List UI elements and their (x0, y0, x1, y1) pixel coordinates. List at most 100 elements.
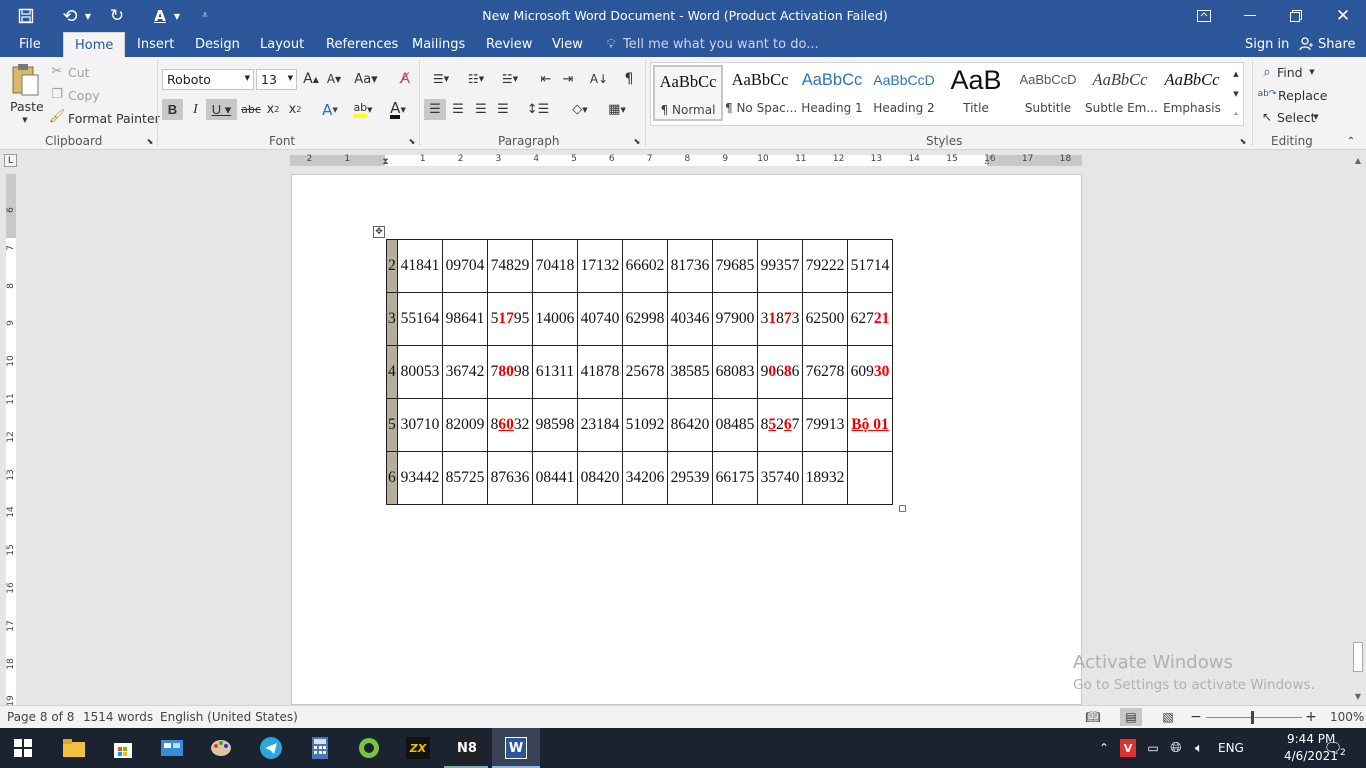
tab-design[interactable]: Design (195, 37, 240, 52)
customize-quick-access-icon[interactable]: ⩡ (198, 6, 212, 24)
calculator-icon[interactable] (305, 734, 335, 762)
table-cell[interactable]: Bộ 01 (847, 398, 893, 452)
table-cell[interactable]: 29539 (667, 451, 713, 505)
table-cell[interactable]: 09704 (442, 239, 488, 293)
scroll-down-icon[interactable]: ▼ (1352, 690, 1364, 702)
row-number[interactable]: 2 (386, 239, 398, 293)
zoom-in-icon[interactable]: + (1304, 709, 1318, 725)
align-left-icon[interactable]: ☰ (424, 99, 446, 120)
table-cell[interactable]: 08420 (577, 451, 623, 505)
tab-insert[interactable]: Insert (137, 37, 174, 52)
share-button[interactable]: Share (1318, 37, 1356, 52)
minimize-icon[interactable] (1227, 0, 1273, 32)
style-subtitle[interactable]: AaBbCcD Subtitle (1013, 65, 1083, 121)
superscript-icon[interactable]: x2 (285, 99, 305, 120)
highlight-icon[interactable]: ab ▼ (348, 99, 378, 120)
table-cell[interactable]: 17132 (577, 239, 623, 293)
font-size-select[interactable]: 13 ▼ (256, 69, 297, 90)
line-spacing-icon[interactable]: ↕☰ (523, 99, 553, 120)
collapse-ribbon-icon[interactable]: ⌃ (1344, 135, 1358, 147)
paste-icon[interactable] (8, 62, 42, 98)
table-cell[interactable]: 36742 (442, 345, 488, 399)
number-table[interactable]: 2 41841 09704 74829 70418 17132 66602 81736 7968… (386, 239, 893, 505)
table-cell[interactable]: 90686 (757, 345, 803, 399)
table-cell[interactable]: 55164 (397, 292, 443, 346)
table-cell[interactable] (847, 451, 893, 505)
table-cell[interactable]: 14006 (532, 292, 578, 346)
borders-icon[interactable]: ▦ ▼ (602, 99, 632, 120)
restore-icon[interactable] (1273, 0, 1319, 32)
network-globe-icon[interactable]: 🌐︎ (1167, 739, 1185, 757)
zoom-slider-thumb[interactable] (1251, 711, 1254, 724)
table-cell[interactable]: 80053 (397, 345, 443, 399)
show-formatting-icon[interactable]: ¶ (620, 70, 638, 88)
table-cell[interactable]: 98641 (442, 292, 488, 346)
table-cell[interactable]: 93442 (397, 451, 443, 505)
change-case-icon[interactable]: Aa▾ (352, 70, 380, 88)
table-cell[interactable]: 76278 (802, 345, 848, 399)
tab-view[interactable]: View (552, 37, 583, 52)
tab-layout[interactable]: Layout (260, 37, 304, 52)
cc-cleaner-icon[interactable] (354, 734, 384, 762)
style-heading-2[interactable]: AaBbCcD Heading 2 (869, 65, 939, 121)
vertical-scrollbar[interactable]: ▲ ▼ (1350, 152, 1366, 705)
table-cell[interactable]: 08485 (712, 398, 758, 452)
row-number[interactable]: 4 (386, 345, 398, 399)
save-icon[interactable] (14, 6, 38, 26)
row-number[interactable]: 5 (386, 398, 398, 452)
font-color-quick-dropdown-icon[interactable]: ▼ (172, 8, 182, 24)
paint-icon[interactable] (206, 734, 236, 762)
print-layout-icon[interactable]: ▤ (1120, 708, 1142, 726)
windows-start-icon[interactable] (8, 734, 38, 762)
horizontal-ruler[interactable]: L 2 1 1 2 3 4 5 6 7 8 9 10 11 12 13 14 15 16 17 18 ⧗ ▵ (0, 152, 1350, 169)
table-cell[interactable]: 34206 (622, 451, 668, 505)
font-launcher-icon[interactable]: ⬊ (407, 136, 417, 146)
increase-indent-icon[interactable]: ⇥ (558, 70, 578, 88)
table-cell[interactable]: 25678 (622, 345, 668, 399)
scroll-up-icon[interactable]: ▲ (1352, 154, 1364, 166)
table-cell[interactable]: 35740 (757, 451, 803, 505)
show-hidden-icons-icon[interactable]: ⌃ (1096, 740, 1112, 756)
table-cell[interactable]: 23184 (577, 398, 623, 452)
control-panel-icon[interactable] (157, 734, 187, 762)
table-cell[interactable]: 60930 (847, 345, 893, 399)
ribbon-display-icon[interactable] (1181, 0, 1227, 32)
grow-font-icon[interactable]: A ▲ (302, 70, 320, 88)
n8-app-icon[interactable]: N8 (452, 734, 482, 762)
find-button[interactable]: Find (1277, 65, 1303, 80)
copy-button[interactable]: Copy (68, 88, 100, 103)
styles-more-icon[interactable]: ⩡ (1230, 105, 1242, 123)
text-effects-icon[interactable]: A ▼ (316, 99, 344, 120)
language-status[interactable]: English (United States) (160, 710, 298, 724)
table-cell[interactable]: 85267 (757, 398, 803, 452)
table-cell[interactable]: 51795 (487, 292, 533, 346)
page-count[interactable]: Page 8 of 8 (7, 710, 74, 724)
table-cell[interactable]: 81736 (667, 239, 713, 293)
power-plug-icon[interactable]: ▭ (1144, 740, 1162, 756)
table-resize-handle[interactable] (899, 505, 906, 512)
zoom-level[interactable]: 100% (1330, 710, 1364, 724)
underline-icon[interactable]: U ▾ (206, 99, 237, 120)
word-icon[interactable]: W (501, 734, 531, 762)
italic-icon[interactable]: I (185, 99, 206, 120)
table-cell[interactable]: 86032 (487, 398, 533, 452)
table-cell[interactable]: 79685 (712, 239, 758, 293)
table-cell[interactable]: 74829 (487, 239, 533, 293)
table-cell[interactable]: 08441 (532, 451, 578, 505)
zx-app-icon[interactable]: ZX (403, 734, 433, 762)
table-cell[interactable]: 18932 (802, 451, 848, 505)
table-cell[interactable]: 68083 (712, 345, 758, 399)
undo-dropdown-icon[interactable]: ▼ (83, 8, 93, 24)
antivirus-icon[interactable]: V (1120, 739, 1136, 757)
word-count[interactable]: 1514 words (83, 710, 153, 724)
table-cell[interactable]: 98598 (532, 398, 578, 452)
share-person-icon[interactable] (1298, 36, 1314, 52)
telegram-icon[interactable] (256, 734, 286, 762)
select-button[interactable]: Select (1277, 110, 1316, 125)
table-cell[interactable]: 99357 (757, 239, 803, 293)
table-cell[interactable]: 82009 (442, 398, 488, 452)
table-cell[interactable]: 78098 (487, 345, 533, 399)
right-indent-marker-icon[interactable]: ▵ (982, 157, 992, 167)
bold-icon[interactable]: B (162, 99, 183, 120)
style-heading-1[interactable]: AaBbCc Heading 1 (797, 65, 867, 121)
